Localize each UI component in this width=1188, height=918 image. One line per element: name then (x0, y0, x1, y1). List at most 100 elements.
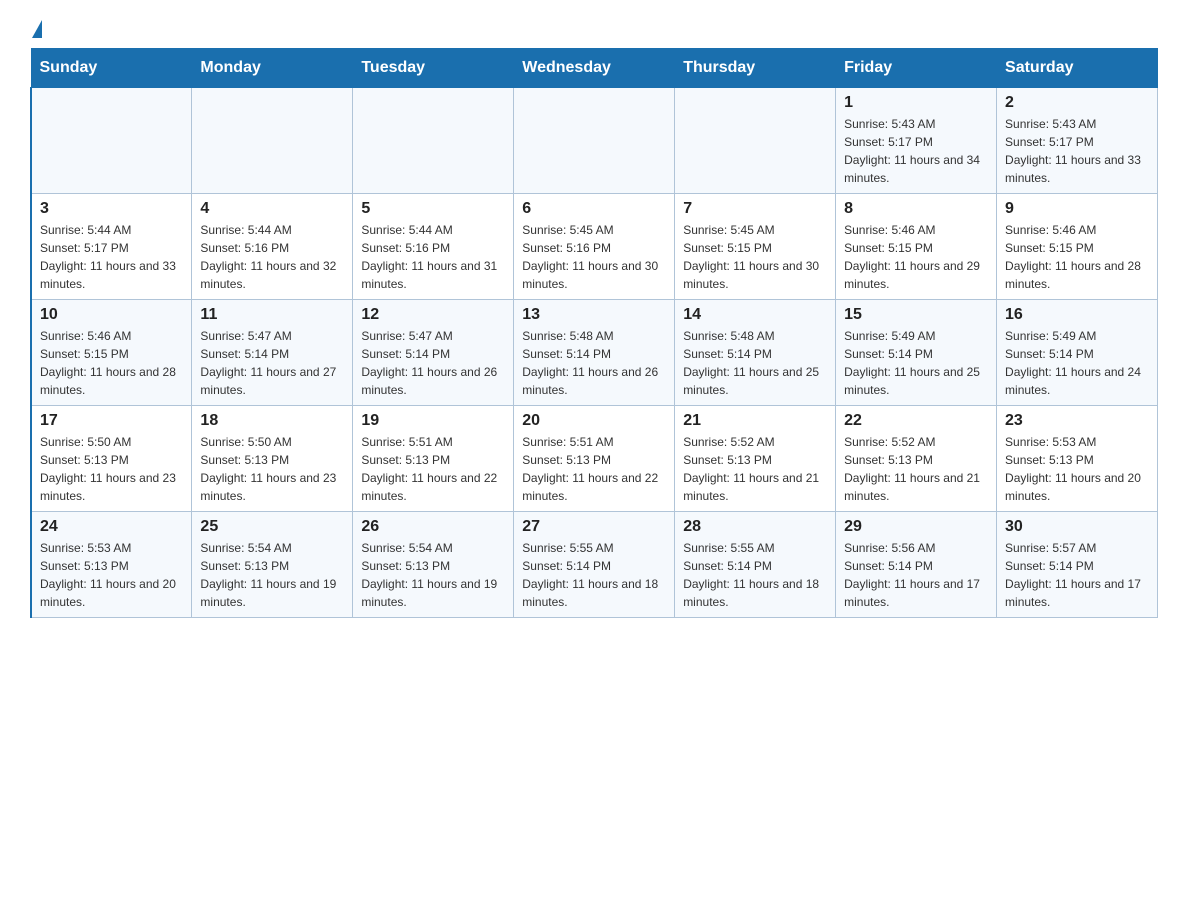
day-info: Sunrise: 5:48 AMSunset: 5:14 PMDaylight:… (522, 327, 666, 399)
calendar-cell: 26 Sunrise: 5:54 AMSunset: 5:13 PMDayligh… (353, 512, 514, 618)
calendar-week-2: 3 Sunrise: 5:44 AMSunset: 5:17 PMDaylight… (31, 194, 1158, 300)
weekday-header-tuesday: Tuesday (353, 49, 514, 88)
calendar-cell: 6 Sunrise: 5:45 AMSunset: 5:16 PMDaylight… (514, 194, 675, 300)
calendar-cell: 21 Sunrise: 5:52 AMSunset: 5:13 PMDayligh… (675, 406, 836, 512)
day-info: Sunrise: 5:43 AMSunset: 5:17 PMDaylight:… (844, 115, 988, 187)
day-number: 3 (40, 200, 183, 218)
day-info: Sunrise: 5:45 AMSunset: 5:16 PMDaylight:… (522, 221, 666, 293)
day-number: 16 (1005, 306, 1149, 324)
day-number: 27 (522, 518, 666, 536)
calendar-cell: 24 Sunrise: 5:53 AMSunset: 5:13 PMDayligh… (31, 512, 192, 618)
day-info: Sunrise: 5:49 AMSunset: 5:14 PMDaylight:… (844, 327, 988, 399)
day-number: 26 (361, 518, 505, 536)
day-info: Sunrise: 5:46 AMSunset: 5:15 PMDaylight:… (1005, 221, 1149, 293)
day-number: 5 (361, 200, 505, 218)
calendar-cell: 17 Sunrise: 5:50 AMSunset: 5:13 PMDayligh… (31, 406, 192, 512)
day-info: Sunrise: 5:44 AMSunset: 5:17 PMDaylight:… (40, 221, 183, 293)
calendar-cell: 4 Sunrise: 5:44 AMSunset: 5:16 PMDaylight… (192, 194, 353, 300)
day-info: Sunrise: 5:50 AMSunset: 5:13 PMDaylight:… (200, 433, 344, 505)
calendar-cell: 29 Sunrise: 5:56 AMSunset: 5:14 PMDayligh… (836, 512, 997, 618)
weekday-header-row: SundayMondayTuesdayWednesdayThursdayFrid… (31, 49, 1158, 88)
calendar-cell: 2Sunrise: 5:43 AMSunset: 5:17 PMDaylight… (997, 88, 1158, 194)
day-number: 20 (522, 412, 666, 430)
day-number: 6 (522, 200, 666, 218)
calendar-cell (514, 88, 675, 194)
calendar-cell: 10 Sunrise: 5:46 AMSunset: 5:15 PMDayligh… (31, 300, 192, 406)
calendar-cell: 30 Sunrise: 5:57 AMSunset: 5:14 PMDayligh… (997, 512, 1158, 618)
day-info: Sunrise: 5:44 AMSunset: 5:16 PMDaylight:… (361, 221, 505, 293)
calendar-cell: 16 Sunrise: 5:49 AMSunset: 5:14 PMDayligh… (997, 300, 1158, 406)
day-info: Sunrise: 5:49 AMSunset: 5:14 PMDaylight:… (1005, 327, 1149, 399)
day-info: Sunrise: 5:57 AMSunset: 5:14 PMDaylight:… (1005, 539, 1149, 611)
day-info: Sunrise: 5:54 AMSunset: 5:13 PMDaylight:… (361, 539, 505, 611)
day-number: 7 (683, 200, 827, 218)
day-number: 15 (844, 306, 988, 324)
calendar-cell: 9Sunrise: 5:46 AMSunset: 5:15 PMDaylight… (997, 194, 1158, 300)
calendar-cell: 1 Sunrise: 5:43 AMSunset: 5:17 PMDaylight… (836, 88, 997, 194)
day-number: 21 (683, 412, 827, 430)
weekday-header-wednesday: Wednesday (514, 49, 675, 88)
logo (30, 20, 42, 38)
day-info: Sunrise: 5:46 AMSunset: 5:15 PMDaylight:… (844, 221, 988, 293)
calendar-cell: 27 Sunrise: 5:55 AMSunset: 5:14 PMDayligh… (514, 512, 675, 618)
day-info: Sunrise: 5:48 AMSunset: 5:14 PMDaylight:… (683, 327, 827, 399)
calendar-cell: 5 Sunrise: 5:44 AMSunset: 5:16 PMDaylight… (353, 194, 514, 300)
day-info: Sunrise: 5:55 AMSunset: 5:14 PMDaylight:… (522, 539, 666, 611)
day-number: 1 (844, 94, 988, 112)
day-number: 25 (200, 518, 344, 536)
weekday-header-thursday: Thursday (675, 49, 836, 88)
day-number: 12 (361, 306, 505, 324)
calendar-cell: 22Sunrise: 5:52 AMSunset: 5:13 PMDayligh… (836, 406, 997, 512)
day-number: 19 (361, 412, 505, 430)
day-info: Sunrise: 5:50 AMSunset: 5:13 PMDaylight:… (40, 433, 183, 505)
day-number: 17 (40, 412, 183, 430)
day-number: 2 (1005, 94, 1149, 112)
day-info: Sunrise: 5:46 AMSunset: 5:15 PMDaylight:… (40, 327, 183, 399)
day-number: 14 (683, 306, 827, 324)
calendar-cell: 14 Sunrise: 5:48 AMSunset: 5:14 PMDayligh… (675, 300, 836, 406)
weekday-header-sunday: Sunday (31, 49, 192, 88)
calendar-week-3: 10 Sunrise: 5:46 AMSunset: 5:15 PMDayligh… (31, 300, 1158, 406)
day-info: Sunrise: 5:52 AMSunset: 5:13 PMDaylight:… (683, 433, 827, 505)
calendar-cell: 20 Sunrise: 5:51 AMSunset: 5:13 PMDayligh… (514, 406, 675, 512)
calendar-cell: 12Sunrise: 5:47 AMSunset: 5:14 PMDayligh… (353, 300, 514, 406)
calendar-table: SundayMondayTuesdayWednesdayThursdayFrid… (30, 48, 1158, 618)
weekday-header-friday: Friday (836, 49, 997, 88)
day-number: 23 (1005, 412, 1149, 430)
calendar-cell: 25Sunrise: 5:54 AMSunset: 5:13 PMDayligh… (192, 512, 353, 618)
day-info: Sunrise: 5:51 AMSunset: 5:13 PMDaylight:… (361, 433, 505, 505)
calendar-cell: 18 Sunrise: 5:50 AMSunset: 5:13 PMDayligh… (192, 406, 353, 512)
weekday-header-monday: Monday (192, 49, 353, 88)
calendar-week-1: 1 Sunrise: 5:43 AMSunset: 5:17 PMDaylight… (31, 88, 1158, 194)
day-info: Sunrise: 5:56 AMSunset: 5:14 PMDaylight:… (844, 539, 988, 611)
calendar-cell: 13 Sunrise: 5:48 AMSunset: 5:14 PMDayligh… (514, 300, 675, 406)
day-number: 24 (40, 518, 183, 536)
calendar-cell: 15 Sunrise: 5:49 AMSunset: 5:14 PMDayligh… (836, 300, 997, 406)
day-number: 29 (844, 518, 988, 536)
calendar-week-5: 24 Sunrise: 5:53 AMSunset: 5:13 PMDayligh… (31, 512, 1158, 618)
calendar-week-4: 17 Sunrise: 5:50 AMSunset: 5:13 PMDayligh… (31, 406, 1158, 512)
day-info: Sunrise: 5:53 AMSunset: 5:13 PMDaylight:… (40, 539, 183, 611)
day-info: Sunrise: 5:44 AMSunset: 5:16 PMDaylight:… (200, 221, 344, 293)
calendar-cell: 7 Sunrise: 5:45 AMSunset: 5:15 PMDaylight… (675, 194, 836, 300)
calendar-cell: 23Sunrise: 5:53 AMSunset: 5:13 PMDayligh… (997, 406, 1158, 512)
day-number: 4 (200, 200, 344, 218)
calendar-cell (353, 88, 514, 194)
calendar-cell (675, 88, 836, 194)
day-number: 11 (200, 306, 344, 324)
calendar-cell (192, 88, 353, 194)
day-info: Sunrise: 5:55 AMSunset: 5:14 PMDaylight:… (683, 539, 827, 611)
day-info: Sunrise: 5:51 AMSunset: 5:13 PMDaylight:… (522, 433, 666, 505)
calendar-cell (31, 88, 192, 194)
logo-triangle-icon (32, 20, 42, 38)
day-info: Sunrise: 5:45 AMSunset: 5:15 PMDaylight:… (683, 221, 827, 293)
day-number: 13 (522, 306, 666, 324)
day-number: 30 (1005, 518, 1149, 536)
weekday-header-saturday: Saturday (997, 49, 1158, 88)
day-info: Sunrise: 5:52 AMSunset: 5:13 PMDaylight:… (844, 433, 988, 505)
calendar-cell: 11Sunrise: 5:47 AMSunset: 5:14 PMDayligh… (192, 300, 353, 406)
day-number: 10 (40, 306, 183, 324)
calendar-cell: 8Sunrise: 5:46 AMSunset: 5:15 PMDaylight… (836, 194, 997, 300)
calendar-cell: 3 Sunrise: 5:44 AMSunset: 5:17 PMDaylight… (31, 194, 192, 300)
day-number: 18 (200, 412, 344, 430)
